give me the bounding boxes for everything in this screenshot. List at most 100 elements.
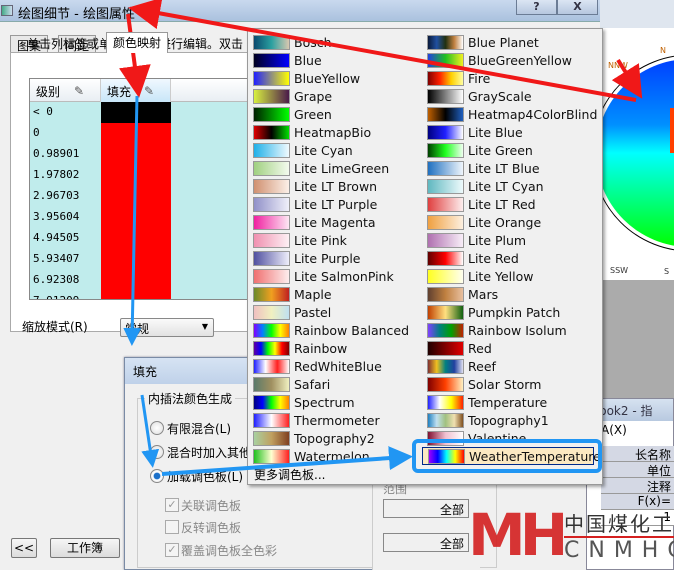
table-row[interactable]: 0 <box>30 123 248 144</box>
fill-swatch[interactable] <box>101 165 171 186</box>
palette-item[interactable]: Red <box>422 339 594 357</box>
fill-swatch[interactable] <box>101 270 171 291</box>
palette-item[interactable]: Pumpkin Patch <box>422 303 594 321</box>
palette-item[interactable]: WeatherTemperature <box>422 447 601 465</box>
level-value[interactable]: 2.96703 <box>33 189 79 202</box>
level-value[interactable]: 4.94505 <box>33 231 79 244</box>
fill-swatch[interactable] <box>101 123 171 144</box>
table-row[interactable]: < 0 <box>30 102 248 123</box>
palette-item[interactable]: Lite Pink <box>248 231 420 249</box>
table-row[interactable]: 0.98901 <box>30 144 248 165</box>
palette-item[interactable]: Lite LT Blue <box>422 159 594 177</box>
palette-item[interactable]: Lite Orange <box>422 213 594 231</box>
pencil-icon[interactable]: ✎ <box>144 84 154 98</box>
palette-item[interactable]: HeatmapBio <box>248 123 420 141</box>
palette-item[interactable]: Topography2 <box>248 429 420 447</box>
level-value[interactable]: 3.95604 <box>33 210 79 223</box>
table-row[interactable]: 7.91209 <box>30 291 248 299</box>
palette-item[interactable]: Lite SalmonPink <box>248 267 420 285</box>
palette-item[interactable]: Lite LT Purple <box>248 195 420 213</box>
level-value[interactable]: 1.97802 <box>33 168 79 181</box>
level-value[interactable]: 0.98901 <box>33 147 79 160</box>
table-row[interactable]: 2.96703 <box>30 186 248 207</box>
palette-item[interactable]: Lite Magenta <box>248 213 420 231</box>
palette-item[interactable]: Bosch <box>248 33 420 51</box>
palette-item[interactable]: Maple <box>248 285 420 303</box>
palette-item[interactable]: Grape <box>248 87 420 105</box>
level-value[interactable]: < 0 <box>33 105 53 118</box>
radio-load-palette-label[interactable]: 加载调色板(L) <box>167 468 243 485</box>
palette-item[interactable]: Lite Cyan <box>248 141 420 159</box>
palette-item[interactable]: Rainbow Balanced <box>248 321 420 339</box>
header-level[interactable]: 级别 <box>30 79 101 102</box>
table-row[interactable]: 4.94505 <box>30 228 248 249</box>
fill-swatch[interactable] <box>101 291 171 299</box>
palette-item[interactable]: Green <box>248 105 420 123</box>
range-to-field[interactable]: 全部 <box>383 533 469 552</box>
palette-item[interactable]: BlueGreenYellow <box>422 51 594 69</box>
palette-item[interactable]: Reef <box>422 357 594 375</box>
checkbox-link-palette[interactable]: ✓ <box>165 498 179 512</box>
palette-item[interactable]: Lite Yellow <box>422 267 594 285</box>
range-from-field[interactable]: 全部 <box>383 499 469 518</box>
help-button[interactable]: ? <box>516 0 557 15</box>
palette-item[interactable]: Fire <box>422 69 594 87</box>
fill-swatch[interactable] <box>101 228 171 249</box>
palette-item[interactable]: Blue <box>248 51 420 69</box>
palette-item[interactable]: Valentine <box>422 429 594 447</box>
level-value[interactable]: 5.93407 <box>33 252 79 265</box>
collapse-button[interactable]: << <box>11 538 37 558</box>
palette-item[interactable]: Topography1 <box>422 411 594 429</box>
palette-item[interactable]: Lite Purple <box>248 249 420 267</box>
workbook-button[interactable]: 工作簿 <box>50 538 120 558</box>
palette-item[interactable]: Thermometer <box>248 411 420 429</box>
palette-item[interactable]: Temperature <box>422 393 594 411</box>
palette-item[interactable]: Lite Plum <box>422 231 594 249</box>
palette-item[interactable]: BlueYellow <box>248 69 420 87</box>
palette-item[interactable]: Pastel <box>248 303 420 321</box>
more-palettes-item[interactable]: 更多调色板... <box>254 466 325 483</box>
level-value[interactable]: 7.91209 <box>33 294 79 299</box>
radio-mix-other-label[interactable]: 混合时加入其他 <box>167 444 251 461</box>
radio-limited-mix-label[interactable]: 有限混合(L) <box>167 420 231 437</box>
palette-item[interactable]: Rainbow <box>248 339 420 357</box>
palette-item[interactable]: Lite Green <box>422 141 594 159</box>
fill-swatch[interactable] <box>101 207 171 228</box>
scale-mode-select[interactable]: 常规 ▼ <box>120 318 214 337</box>
palette-item[interactable]: Lite Blue <box>422 123 594 141</box>
palette-item[interactable]: Lite Red <box>422 249 594 267</box>
palette-item[interactable]: Lite LimeGreen <box>248 159 420 177</box>
palette-item[interactable]: Heatmap4ColorBlind <box>422 105 597 123</box>
fill-swatch[interactable] <box>101 249 171 270</box>
pencil-icon[interactable]: ✎ <box>74 84 84 98</box>
palette-item[interactable]: Mars <box>422 285 594 303</box>
table-row[interactable]: 3.95604 <box>30 207 248 228</box>
palette-item[interactable]: Rainbow Isolum <box>422 321 594 339</box>
palette-item[interactable]: Watermelon <box>248 447 420 465</box>
checkbox-override-palette[interactable]: ✓ <box>165 543 179 557</box>
palette-item[interactable]: Spectrum <box>248 393 420 411</box>
palette-item[interactable]: Safari <box>248 375 420 393</box>
table-row[interactable]: 1.97802 <box>30 165 248 186</box>
table-row[interactable]: 6.92308 <box>30 270 248 291</box>
palette-item[interactable]: RedWhiteBlue <box>248 357 420 375</box>
level-value[interactable]: 0 <box>33 126 40 139</box>
radio-mix-other[interactable] <box>150 445 164 459</box>
palette-item[interactable]: Blue Planet <box>422 33 594 51</box>
fill-swatch[interactable] <box>101 144 171 165</box>
level-value[interactable]: 6.92308 <box>33 273 79 286</box>
header-fill[interactable]: 填充 <box>101 79 171 102</box>
close-button[interactable]: X <box>557 0 598 15</box>
palette-item[interactable]: Solar Storm <box>422 375 594 393</box>
fill-swatch[interactable] <box>101 102 171 123</box>
tab-colormap[interactable]: 颜色映射 <box>106 32 169 53</box>
palette-item[interactable]: GrayScale <box>422 87 594 105</box>
palette-item[interactable]: Lite LT Brown <box>248 177 420 195</box>
radio-load-palette[interactable] <box>150 469 164 483</box>
palette-item[interactable]: Lite LT Red <box>422 195 594 213</box>
radio-limited-mix[interactable] <box>150 421 164 435</box>
checkbox-reverse-palette[interactable] <box>165 520 179 534</box>
palette-item[interactable]: Lite LT Cyan <box>422 177 594 195</box>
table-row[interactable]: 5.93407 <box>30 249 248 270</box>
fill-swatch[interactable] <box>101 186 171 207</box>
